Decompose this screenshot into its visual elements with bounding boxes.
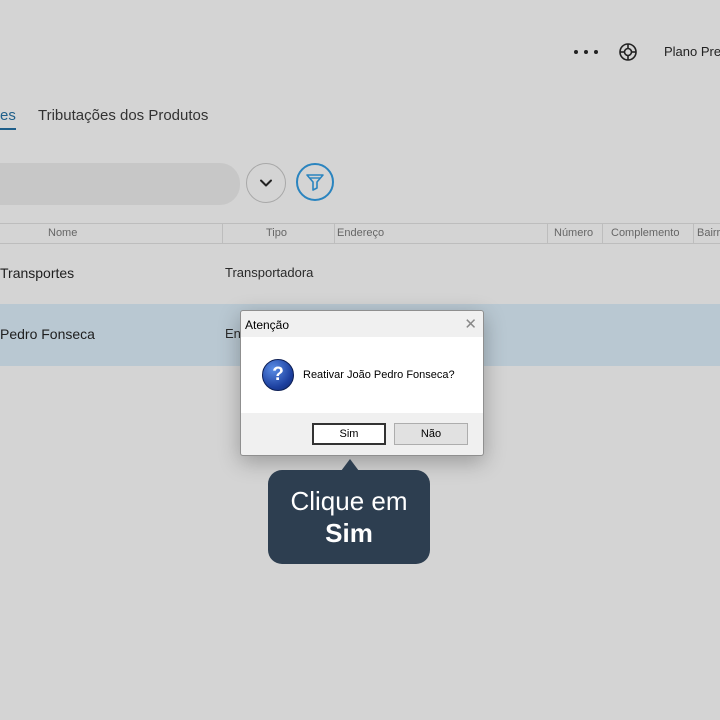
table-header: Nome Tipo Endereço Número Complemento Ba… [0,223,720,244]
column-header-numero[interactable]: Número [554,227,593,239]
yes-button[interactable]: Sim [312,423,386,445]
chevron-down-icon [260,179,272,187]
confirmation-dialog: Atenção ✕ ? Reativar João Pedro Fonseca?… [240,310,484,456]
search-input[interactable] [0,163,240,205]
more-options-icon[interactable] [574,42,598,62]
dot [584,50,588,54]
tooltip-highlight: Sim [325,518,373,548]
app-window: Plano Pre es Tributações dos Produtos No… [0,0,720,720]
dialog-message: Reativar João Pedro Fonseca? [303,369,455,381]
tab-active[interactable]: es [0,107,16,124]
filter-button[interactable] [296,163,334,201]
column-divider [222,224,223,243]
lifebuoy-icon[interactable] [618,42,638,62]
column-header-tipo[interactable]: Tipo [266,227,287,239]
tooltip-text: Clique em [290,486,408,516]
column-divider [334,224,335,243]
dot [574,50,578,54]
column-divider [602,224,603,243]
column-header-nome[interactable]: Nome [48,227,77,239]
filter-icon [306,174,324,191]
column-header-bairro[interactable]: Bairr [697,227,720,239]
no-button[interactable]: Não [394,423,468,445]
dropdown-button[interactable] [246,163,286,203]
close-icon[interactable]: ✕ [464,315,477,333]
dialog-body: ? Reativar João Pedro Fonseca? [241,337,483,413]
cell-tipo: Transportadora [225,265,314,280]
cell-tipo: En [225,326,241,341]
plan-label[interactable]: Plano Pre [664,44,720,59]
column-header-complemento[interactable]: Complemento [611,227,679,239]
column-divider [547,224,548,243]
dialog-title: Atenção [245,318,290,332]
instruction-tooltip: Clique em Sim [268,470,430,564]
tab-active-underline [0,128,16,130]
column-divider [693,224,694,243]
table-row[interactable]: Transportes Transportadora [0,243,720,305]
column-header-endereco[interactable]: Endereço [337,227,384,239]
question-icon: ? [262,359,294,391]
cell-nome: Pedro Fonseca [0,326,95,342]
tab-tributacoes-produtos[interactable]: Tributações dos Produtos [38,107,208,124]
cell-nome: Transportes [0,265,75,281]
dot [594,50,598,54]
